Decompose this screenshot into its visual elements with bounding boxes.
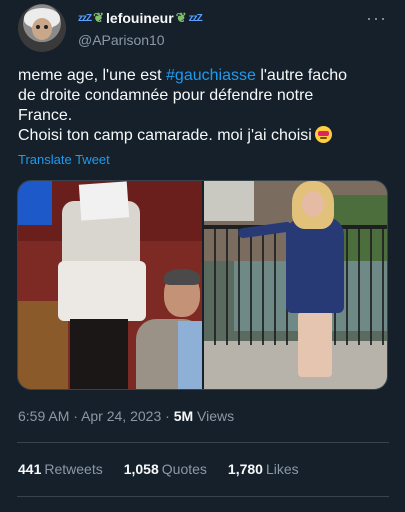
media-photo-left[interactable] (18, 181, 202, 389)
tweet-line-4-text: Choisi ton camp camarade. moi j'ai chois… (18, 127, 312, 144)
divider-bottom (17, 496, 389, 497)
author-handle[interactable]: @AParison10 (78, 32, 202, 48)
quotes-count: 1,058 (123, 461, 159, 477)
sleep-zz-icon-right: zzZ (188, 12, 203, 24)
photo-paper (78, 181, 130, 221)
retweets-count: 441 (18, 461, 42, 477)
tweet-line-1-pre: meme age, l'une est (18, 67, 167, 84)
avatar-eye-right (44, 25, 48, 29)
views-label: Views (197, 408, 235, 424)
photo-woman-face (302, 191, 324, 217)
photo-flag (18, 181, 52, 225)
author-display-name[interactable]: lefouineur (106, 10, 174, 26)
sleep-zz-icon-left: zzZ (78, 12, 92, 24)
hashtag-link[interactable]: #gauchiasse (166, 67, 256, 84)
tweet-header: zzZ ❦ lefouineur ❦ zzZ @AParison10 ··· (18, 4, 393, 56)
likes-stat[interactable]: 1,780 Likes (228, 461, 299, 477)
tweet-text: meme age, l'une est #gauchiasse l'autre … (18, 66, 390, 146)
quotes-label: Quotes (161, 461, 207, 477)
views-count: 5M (173, 408, 194, 424)
photo-woman-shorts (58, 261, 146, 321)
photo-floor (204, 341, 387, 389)
heart-eyes-emoji-icon (314, 126, 332, 143)
photo-man-hair (164, 269, 200, 285)
photo-window (204, 181, 254, 221)
tweet-line-2: de droite condamnée pour défendre notre (18, 87, 314, 104)
tweet-line-1: meme age, l'une est #gauchiasse l'autre … (18, 66, 390, 86)
media-photo-right[interactable] (204, 181, 387, 389)
photo-woman-dress (286, 217, 344, 313)
meta-separator: · (73, 408, 78, 424)
tweet-line-1-post: l'autre facho (255, 67, 347, 84)
avatar-face (32, 18, 52, 40)
tweet-line-3: France. (18, 107, 73, 124)
tweet-date[interactable]: Apr 24, 2023 (81, 408, 161, 424)
tweet-time[interactable]: 6:59 AM (18, 408, 69, 424)
divider-top (17, 442, 389, 443)
likes-count: 1,780 (227, 461, 263, 477)
photo-man-shirt (178, 321, 202, 389)
tweet-meta: 6:59 AM · Apr 24, 2023 · 5M Views (18, 408, 234, 424)
author-display-name-row[interactable]: zzZ ❦ lefouineur ❦ zzZ (78, 8, 203, 28)
more-options-icon[interactable]: ··· (366, 8, 387, 29)
translate-tweet-link[interactable]: Translate Tweet (18, 152, 110, 167)
photo-woman-legs (298, 311, 332, 377)
retweets-label: Retweets (44, 461, 103, 477)
olive-branch-icon-right: ❦ (175, 10, 187, 25)
author-avatar[interactable] (18, 4, 66, 52)
retweets-stat[interactable]: 441 Retweets (18, 461, 103, 477)
tweet-media (17, 180, 388, 390)
author-names: zzZ ❦ lefouineur ❦ zzZ @AParison10 (78, 8, 203, 48)
avatar-eye-left (36, 25, 40, 29)
quotes-stat[interactable]: 1,058 Quotes (124, 461, 207, 477)
photo-woman-legs (70, 319, 128, 389)
tweet-line-4: Choisi ton camp camarade. moi j'ai chois… (18, 126, 390, 146)
olive-branch-icon-left: ❦ (93, 10, 105, 25)
likes-label: Likes (265, 461, 299, 477)
tweet-stats: 441 Retweets 1,058 Quotes 1,780 Likes (18, 461, 320, 477)
meta-separator-2: · (165, 408, 170, 424)
